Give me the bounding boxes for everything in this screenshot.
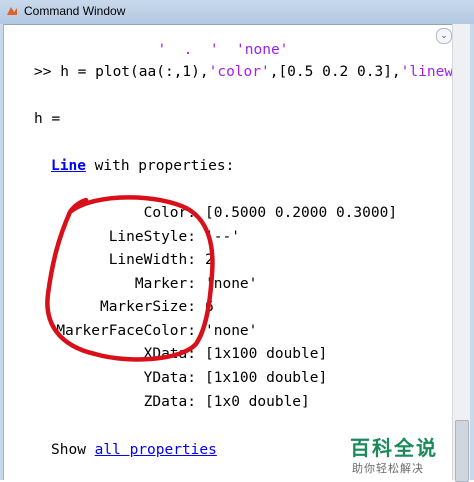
show-properties-line: Show all properties [51, 442, 217, 458]
partial-previous-output: ' . ' 'none' [140, 42, 289, 58]
prompt: >> [34, 64, 52, 80]
prop-name-markersize: MarkerSize: [99, 299, 196, 315]
prop-value-linestyle: '--' [205, 229, 240, 245]
command-output-area[interactable]: ' . ' 'none' >> h = plot(aa(:,1),'color'… [0, 24, 452, 480]
line-class-link[interactable]: Line [51, 158, 86, 174]
string-linewidth: 'linewidth [400, 64, 452, 80]
prop-value-zdata: [1x0 double] [205, 394, 310, 410]
prop-name-ydata: YData: [143, 370, 196, 386]
show-prefix: Show [51, 442, 95, 458]
prop-name-color: Color: [143, 205, 196, 221]
watermark-subtitle: 助你轻松解决 [352, 462, 424, 475]
prop-name-zdata: ZData: [143, 394, 196, 410]
class-header: Line with properties: [51, 158, 234, 174]
prop-value-xdata: [1x100 double] [205, 346, 328, 362]
prop-name-linestyle: LineStyle: [108, 229, 196, 245]
prop-name-xdata: XData: [143, 346, 196, 362]
window-right-border [470, 24, 474, 480]
all-properties-link[interactable]: all properties [95, 442, 217, 458]
variable-name: h = [34, 111, 61, 127]
prop-name-linewidth: LineWidth: [108, 252, 196, 268]
prop-value-color: [0.5000 0.2000 0.3000] [205, 205, 398, 221]
prop-value-ydata: [1x100 double] [205, 370, 328, 386]
prop-value-markersize: 6 [205, 299, 214, 315]
prop-value-marker: 'none' [205, 276, 258, 292]
prop-name-marker: Marker: [134, 276, 196, 292]
prop-name-markerfacecolor: MarkerFaceColor: [56, 323, 196, 339]
code-mid: ,[0.5 0.2 0.3], [269, 64, 401, 80]
matlab-icon [7, 7, 17, 15]
title-bar: Command Window [0, 0, 474, 25]
scrollbar-thumb[interactable] [455, 420, 469, 482]
watermark-title: 百科全说 [350, 436, 438, 460]
command-line[interactable]: >> h = plot(aa(:,1),'color',[0.5 0.2 0.3… [34, 64, 452, 80]
vertical-scrollbar[interactable] [452, 24, 471, 480]
class-header-text: with properties: [85, 158, 235, 174]
prop-value-markerfacecolor: 'none' [205, 323, 258, 339]
string-color: 'color' [208, 64, 270, 80]
actions-menu-icon[interactable]: ⌄ [436, 28, 452, 44]
window-title: Command Window [24, 4, 126, 18]
code-prefix: h = plot(aa(:,1), [51, 64, 209, 80]
prop-value-linewidth: 2 [205, 252, 214, 268]
